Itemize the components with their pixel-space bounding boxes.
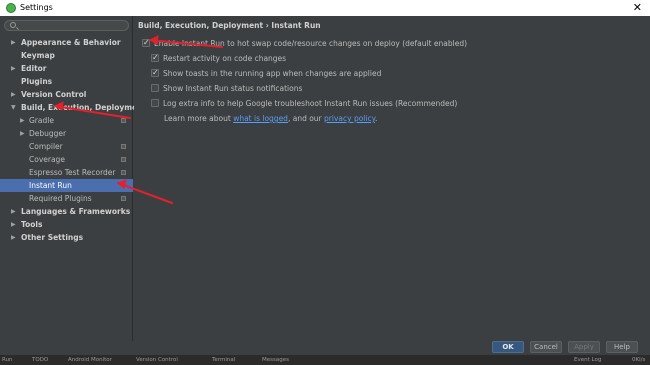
project-scope-icon bbox=[121, 170, 126, 175]
sidebar-item-label: Instant Run bbox=[29, 181, 72, 190]
sidebar-item-label: Appearance & Behavior bbox=[21, 38, 121, 47]
title-bar: Settings ✕ bbox=[0, 0, 650, 16]
chevron-right-icon[interactable]: ▶ bbox=[20, 127, 25, 140]
tool-tab-android-monitor[interactable]: Android Monitor bbox=[68, 355, 112, 365]
learn-more-middle: , and our bbox=[287, 114, 325, 123]
sidebar-item-version-control[interactable]: ▶ Version Control bbox=[0, 88, 133, 101]
close-icon[interactable]: ✕ bbox=[633, 1, 642, 15]
sidebar-item-label: Debugger bbox=[29, 129, 67, 138]
learn-more-text: Learn more about what is logged, and our… bbox=[164, 114, 377, 123]
chevron-right-icon[interactable]: ▶ bbox=[11, 62, 16, 75]
option-label: Show toasts in the running app when chan… bbox=[163, 69, 382, 78]
settings-sidebar: ▶ Appearance & Behavior Keymap ▶ Editor Plugi… bbox=[0, 16, 146, 341]
sidebar-item-coverage[interactable]: Coverage bbox=[0, 153, 133, 166]
what-is-logged-link[interactable]: what is logged bbox=[233, 114, 288, 123]
sidebar-item-label: Editor bbox=[21, 64, 47, 73]
search-icon bbox=[10, 22, 16, 28]
sidebar-item-keymap[interactable]: Keymap bbox=[0, 49, 133, 62]
sidebar-item-label: Compiler bbox=[29, 142, 63, 151]
sidebar-item-required-plugins[interactable]: Required Plugins bbox=[0, 192, 133, 205]
project-scope-icon bbox=[121, 144, 126, 149]
sidebar-item-appearance-behavior[interactable]: ▶ Appearance & Behavior bbox=[0, 36, 133, 49]
dialog-footer: OK Cancel Apply Help bbox=[0, 341, 650, 355]
sidebar-item-languages-frameworks[interactable]: ▶ Languages & Frameworks bbox=[0, 205, 133, 218]
tool-tab-event-log[interactable]: Event Log bbox=[574, 355, 601, 365]
option-label: Enable Instant Run to hot swap code/reso… bbox=[154, 39, 468, 48]
sidebar-item-label: Tools bbox=[21, 220, 43, 229]
sidebar-item-label: Coverage bbox=[29, 155, 65, 164]
tool-tab-version-control[interactable]: Version Control bbox=[136, 355, 178, 365]
option-label: Restart activity on code changes bbox=[163, 54, 287, 63]
option-checkbox[interactable] bbox=[151, 52, 159, 63]
chevron-right-icon[interactable]: ▶ bbox=[11, 88, 16, 101]
chevron-right-icon[interactable]: ▶ bbox=[11, 218, 16, 231]
chevron-right-icon[interactable]: ▶ bbox=[11, 231, 16, 244]
sidebar-item-plugins[interactable]: Plugins bbox=[0, 75, 133, 88]
project-scope-icon bbox=[121, 157, 126, 162]
tool-tab-todo[interactable]: TODO bbox=[32, 355, 48, 365]
option-checkbox[interactable] bbox=[151, 99, 159, 107]
cancel-button[interactable]: Cancel bbox=[530, 341, 562, 353]
window-title: Settings bbox=[20, 3, 53, 12]
privacy-policy-link[interactable]: privacy policy bbox=[324, 114, 375, 123]
project-scope-icon bbox=[121, 196, 126, 201]
sidebar-item-label: Espresso Test Recorder bbox=[29, 168, 116, 177]
sidebar-item-gradle[interactable]: ▶ Gradle bbox=[0, 114, 133, 127]
apply-button[interactable]: Apply bbox=[568, 341, 600, 353]
help-button[interactable]: Help bbox=[606, 341, 638, 353]
sidebar-item-label: Build, Execution, Deployment bbox=[21, 103, 147, 112]
sidebar-item-instant-run[interactable]: Instant Run bbox=[0, 179, 133, 192]
learn-more-suffix: . bbox=[374, 114, 378, 123]
option-label: Log extra info to help Google troublesho… bbox=[163, 99, 458, 108]
breadcrumb: Build, Execution, Deployment › Instant R… bbox=[138, 21, 321, 30]
android-studio-icon bbox=[6, 3, 16, 13]
option-checkbox[interactable] bbox=[142, 37, 150, 48]
tool-tab-run[interactable]: Run bbox=[2, 355, 13, 365]
chevron-right-icon[interactable]: ▶ bbox=[20, 114, 25, 127]
search-input[interactable] bbox=[4, 20, 129, 31]
sidebar-item-other-settings[interactable]: ▶ Other Settings bbox=[0, 231, 133, 244]
chevron-right-icon[interactable]: ▶ bbox=[11, 205, 16, 218]
option-checkbox[interactable] bbox=[151, 84, 159, 92]
ok-button[interactable]: OK bbox=[492, 341, 524, 353]
tool-tab-messages[interactable]: Messages bbox=[262, 355, 289, 365]
sidebar-item-editor[interactable]: ▶ Editor bbox=[0, 62, 133, 75]
sidebar-item-label: Required Plugins bbox=[29, 194, 92, 203]
option-checkbox[interactable] bbox=[151, 67, 159, 78]
network-speed: 0Kl/s bbox=[632, 357, 646, 363]
settings-content: Build, Execution, Deployment › Instant R… bbox=[134, 16, 650, 341]
sidebar-item-label: Other Settings bbox=[21, 233, 84, 242]
learn-more-prefix: Learn more about bbox=[164, 114, 234, 123]
sidebar-item-build-execution-deployment[interactable]: ▼ Build, Execution, Deployment bbox=[0, 101, 146, 114]
sidebar-item-espresso-test-recorder[interactable]: Espresso Test Recorder bbox=[0, 166, 133, 179]
tool-tab-terminal[interactable]: Terminal bbox=[212, 355, 235, 365]
option-label: Show Instant Run status notifications bbox=[163, 84, 303, 93]
sidebar-item-compiler[interactable]: Compiler bbox=[0, 140, 133, 153]
sidebar-item-label: Plugins bbox=[21, 77, 53, 86]
project-scope-icon bbox=[121, 118, 126, 123]
sidebar-item-label: Gradle bbox=[29, 116, 54, 125]
sidebar-item-label: Keymap bbox=[21, 51, 55, 60]
sidebar-item-debugger[interactable]: ▶ Debugger bbox=[0, 127, 133, 140]
sidebar-item-label: Languages & Frameworks bbox=[21, 207, 131, 216]
chevron-right-icon[interactable]: ▶ bbox=[11, 36, 16, 49]
chevron-down-icon[interactable]: ▼ bbox=[11, 101, 16, 114]
tool-window-bar: Run TODO Android Monitor Version Control… bbox=[0, 355, 650, 365]
sidebar-item-tools[interactable]: ▶ Tools bbox=[0, 218, 133, 231]
sidebar-item-label: Version Control bbox=[21, 90, 87, 99]
